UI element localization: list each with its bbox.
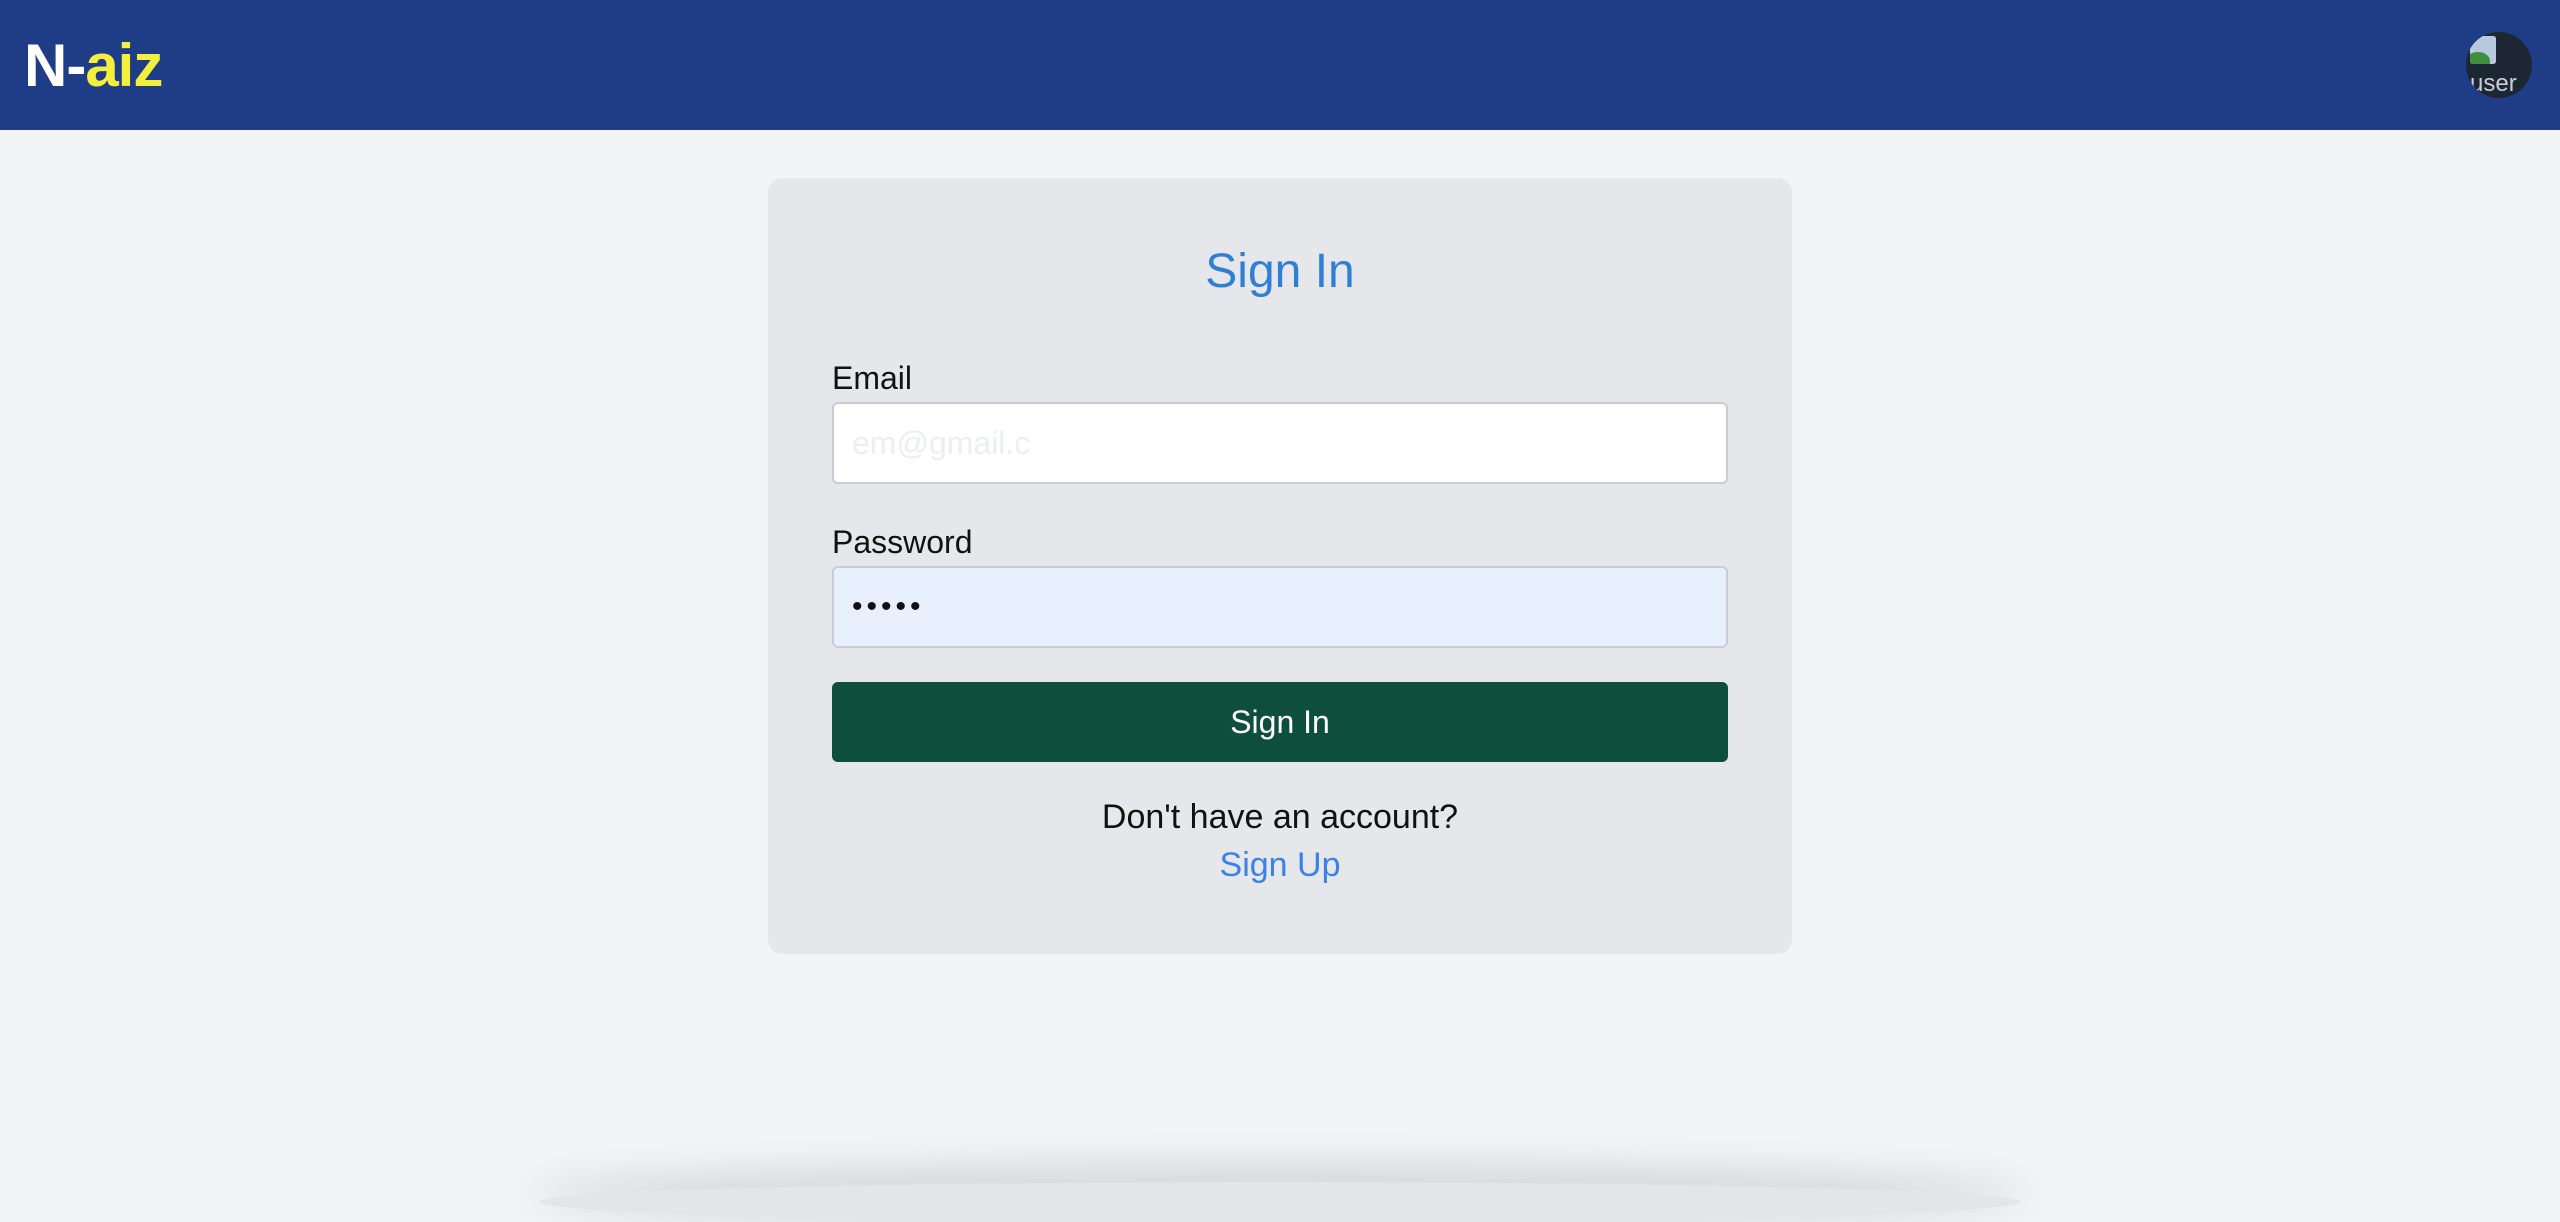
signin-button[interactable]: Sign In	[832, 682, 1728, 762]
top-navbar: N-aiz user	[0, 0, 2560, 130]
password-label: Password	[832, 524, 973, 560]
no-account-prompt: Don't have an account?	[1101, 798, 1459, 836]
signup-link[interactable]: Sign Up	[768, 846, 1792, 885]
email-label: Email	[832, 360, 913, 396]
site-logo[interactable]: N-aiz	[24, 31, 163, 100]
page-title: Sign In	[1205, 245, 1355, 298]
password-field[interactable]	[832, 566, 1728, 648]
email-field[interactable]	[832, 402, 1728, 484]
broken-image-icon	[2470, 36, 2496, 64]
bottom-shadow	[540, 1182, 2020, 1222]
logo-text-accent: aiz	[85, 31, 163, 99]
logo-text-main: N-	[24, 31, 86, 99]
avatar-alt-text: user	[2470, 70, 2517, 97]
user-avatar[interactable]: user	[2466, 32, 2532, 98]
